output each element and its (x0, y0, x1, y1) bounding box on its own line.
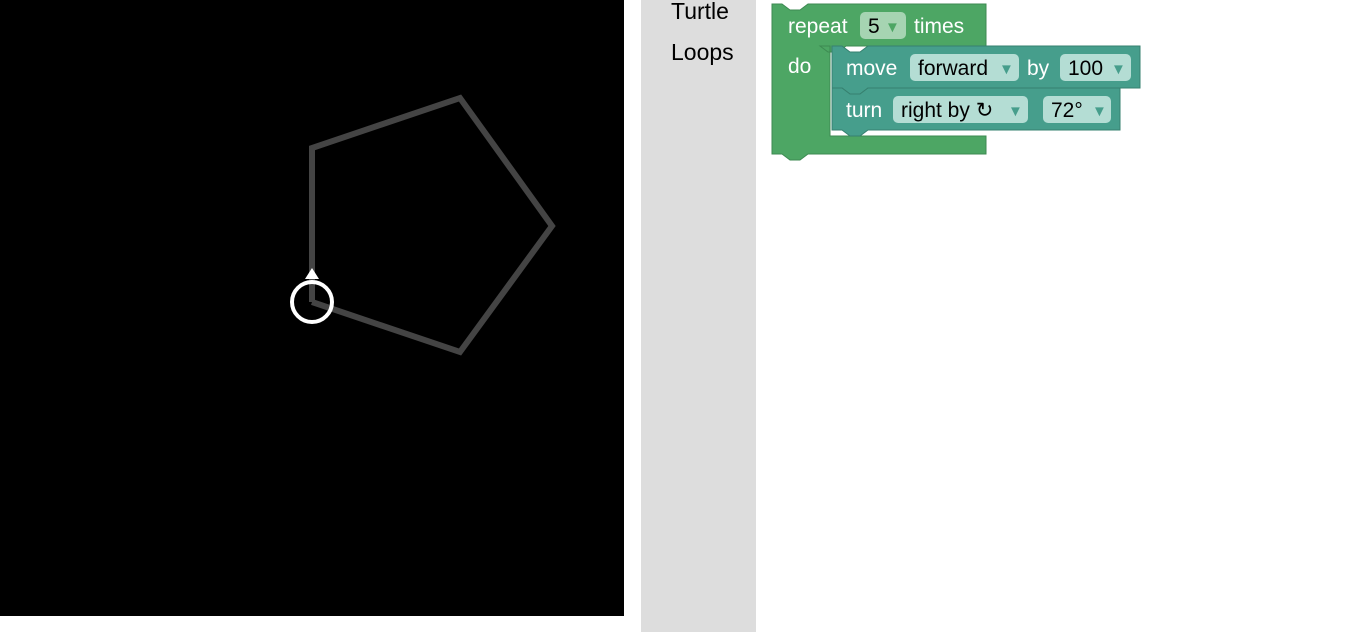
repeat-count-value: 5 (868, 15, 880, 38)
chevron-down-icon: ▼ (999, 61, 1014, 78)
turn-keyword: turn (846, 99, 882, 122)
blocks-workspace[interactable]: repeat 5 ▼ times do move forward ▼ by 10… (756, 0, 1370, 632)
move-distance-dropdown[interactable]: 100 ▼ (1060, 54, 1131, 81)
move-direction-value: forward (918, 57, 988, 80)
chevron-down-icon: ▼ (1092, 103, 1107, 120)
turn-direction-dropdown[interactable]: right by ↻ ▼ (893, 96, 1028, 123)
category-turtle[interactable]: Turtle (671, 0, 729, 25)
move-block[interactable]: move forward ▼ by 100 ▼ (831, 45, 1141, 95)
move-keyword: move (846, 57, 897, 80)
turtle-drawing (290, 94, 556, 356)
turtle-canvas (0, 0, 624, 616)
chevron-down-icon: ▼ (885, 19, 900, 36)
move-by-label: by (1027, 57, 1050, 80)
turn-angle-value: 72° (1051, 99, 1083, 122)
turn-direction-value: right by ↻ (901, 99, 993, 122)
repeat-suffix: times (914, 15, 964, 38)
move-direction-dropdown[interactable]: forward ▼ (910, 54, 1019, 81)
category-loops[interactable]: Loops (671, 39, 734, 66)
turn-block[interactable]: turn right by ↻ ▼ 72° ▼ (831, 87, 1121, 137)
blocks-svg: repeat 5 ▼ times do move forward ▼ by 10… (771, 3, 1141, 161)
chevron-down-icon: ▼ (1008, 103, 1023, 120)
toolbox: Turtle Loops (641, 0, 756, 632)
repeat-count-field[interactable]: 5 ▼ (860, 12, 906, 39)
turtle-path (309, 94, 556, 356)
move-distance-value: 100 (1068, 57, 1103, 80)
repeat-keyword: repeat (788, 15, 848, 38)
turn-angle-dropdown[interactable]: 72° ▼ (1043, 96, 1111, 123)
chevron-down-icon: ▼ (1111, 61, 1126, 78)
repeat-do-label: do (788, 55, 811, 78)
